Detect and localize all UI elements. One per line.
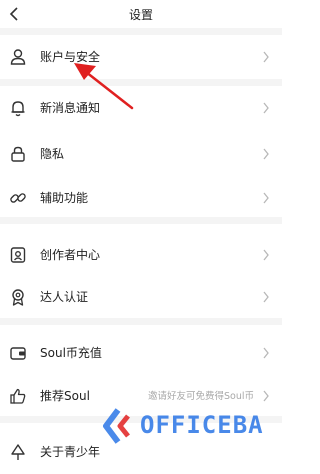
settings-item-label: 辅助功能	[40, 191, 89, 205]
settings-item-label: 达人认证	[40, 290, 89, 304]
settings-item-label: 推荐Soul	[40, 389, 90, 403]
thumbs-up-icon	[10, 388, 26, 404]
lock-icon	[11, 146, 25, 162]
settings-item-creator-center[interactable]: 创作者中心	[0, 233, 282, 277]
invite-hint: 邀请好友可免费得Soul币	[147, 391, 254, 402]
bell-icon	[11, 101, 25, 117]
chevron-right-icon	[263, 249, 269, 261]
chevron-right-icon	[263, 390, 269, 402]
settings-item-recommend-soul[interactable]: 推荐Soul 邀请好友可免费得Soul币	[0, 374, 282, 418]
settings-item-label: 账户与安全	[40, 50, 101, 64]
section-divider	[0, 318, 282, 325]
section-divider	[0, 28, 282, 35]
person-icon	[10, 49, 26, 65]
tree-icon	[11, 444, 25, 460]
settings-item-notifications[interactable]: 新消息通知	[0, 86, 282, 130]
settings-item-accessibility[interactable]: 辅助功能	[0, 176, 282, 220]
settings-item-soul-coin-recharge[interactable]: Soul币充值	[0, 331, 282, 375]
settings-item-youth[interactable]: 关于青少年	[0, 430, 282, 474]
wallet-icon	[10, 347, 26, 360]
chevron-right-icon	[263, 192, 269, 204]
chevron-right-icon	[263, 102, 269, 114]
settings-item-label: 隐私	[40, 147, 65, 161]
settings-item-label: 关于青少年	[40, 445, 101, 459]
settings-item-account-security[interactable]: 账户与安全	[0, 35, 282, 79]
badge-icon	[12, 289, 24, 306]
page-title: 设置	[128, 8, 153, 22]
settings-item-label: 创作者中心	[40, 248, 101, 262]
chevron-right-icon	[263, 347, 269, 359]
top-bar: 设置	[0, 0, 282, 28]
chevron-right-icon	[263, 291, 269, 303]
chevron-right-icon	[263, 51, 269, 63]
settings-item-verification[interactable]: 达人认证	[0, 275, 282, 319]
chevron-right-icon	[263, 148, 269, 160]
settings-item-privacy[interactable]: 隐私	[0, 132, 282, 176]
link-icon	[10, 193, 26, 203]
settings-item-label: Soul币充值	[40, 346, 102, 360]
section-divider	[0, 79, 282, 86]
settings-item-label: 新消息通知	[40, 101, 101, 115]
creator-card-icon	[10, 247, 26, 263]
